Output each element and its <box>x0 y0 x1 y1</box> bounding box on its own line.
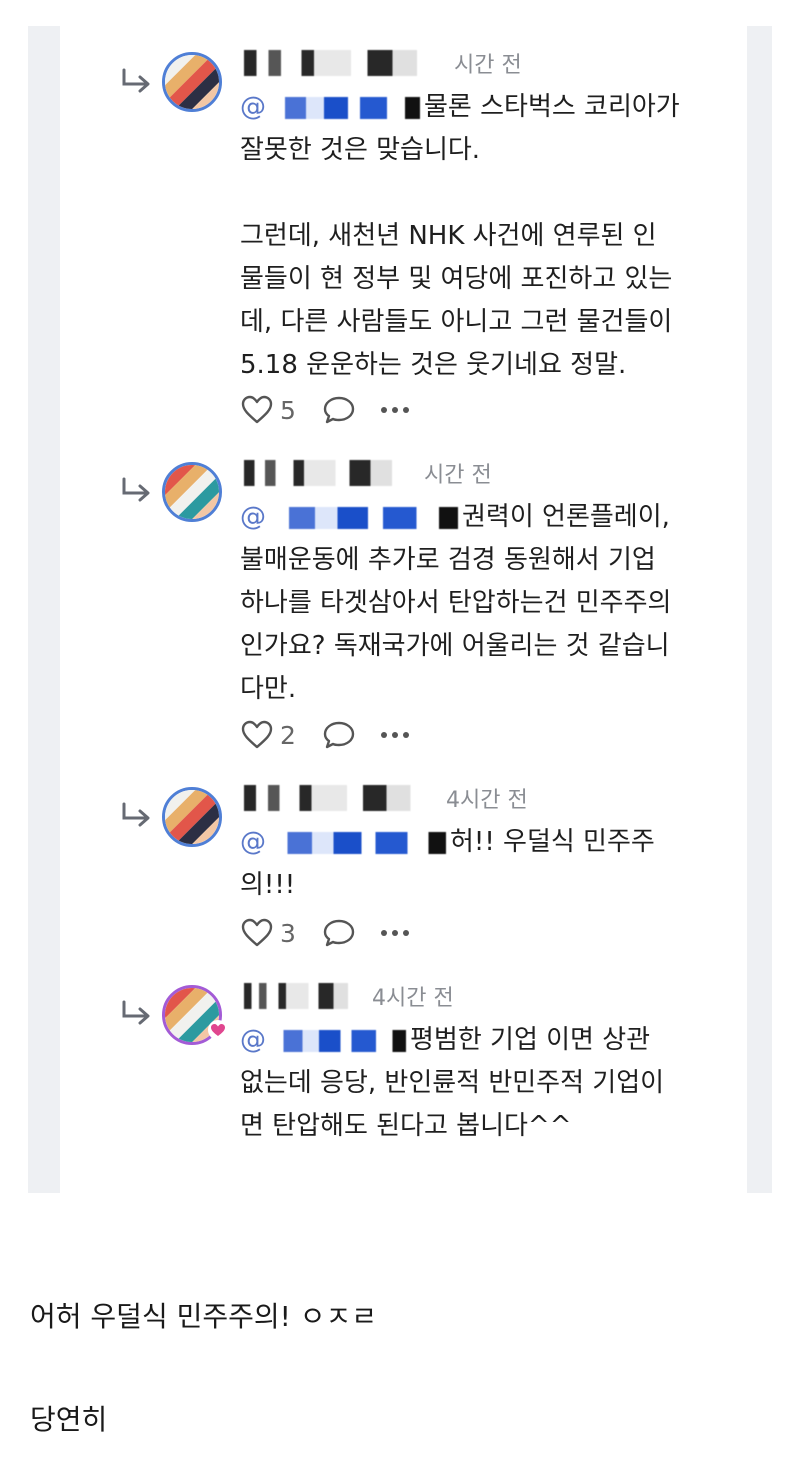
like-button[interactable]: 2 <box>240 720 296 750</box>
speech-bubble-icon <box>323 396 355 424</box>
avatar[interactable] <box>162 787 222 847</box>
speech-bubble-icon <box>323 721 355 749</box>
post-text-line-1: 어허 우덜식 민주주의! ㅇㅈㄹ <box>30 1300 378 1333</box>
blurred-username[interactable] <box>244 983 368 1009</box>
comment-button[interactable] <box>322 395 356 425</box>
blurred-mention <box>270 831 446 854</box>
comment-actions: 2 <box>240 717 410 753</box>
reply-arrow-icon <box>122 477 150 502</box>
avatar[interactable] <box>162 52 222 112</box>
comment-button[interactable] <box>322 720 356 750</box>
like-count: 5 <box>280 395 296 425</box>
mention[interactable]: @ <box>240 1025 266 1055</box>
comment-body: @ 평범한 기업 이면 상관 없는데 응당, 반인륜적 반민주적 기업이 면 탄압해도… <box>240 1025 665 1141</box>
reply-arrow-icon <box>122 1000 150 1025</box>
speech-bubble-icon <box>323 919 355 947</box>
blurred-mention <box>270 1029 406 1052</box>
avatar[interactable] <box>162 462 222 522</box>
more-button[interactable] <box>380 405 410 415</box>
reply-arrow-icon <box>122 68 150 93</box>
more-button[interactable] <box>380 928 410 938</box>
comment-button[interactable] <box>322 918 356 948</box>
comment-meta: 4시간 전 <box>244 781 528 815</box>
blurred-username[interactable] <box>244 460 420 486</box>
post-text-line-2: 당연히 <box>30 1403 108 1436</box>
mention[interactable]: @ <box>240 92 266 122</box>
comment-body: @ 권력이 언론플레이, 불매운동에 추가로 검경 동원해서 기업 하나를 타겟삼아서… <box>240 502 672 704</box>
heart-icon <box>241 918 273 947</box>
comment-time: 시간 전 <box>454 53 522 78</box>
like-count: 3 <box>280 918 296 948</box>
mention[interactable]: @ <box>240 827 266 857</box>
more-dots-icon <box>380 930 409 936</box>
heart-icon <box>241 720 273 749</box>
comment-time: 4시간 전 <box>446 788 528 813</box>
mention[interactable]: @ <box>240 502 266 532</box>
reply-arrow-icon <box>122 802 150 827</box>
comment-actions: 3 <box>240 915 410 951</box>
blurred-mention <box>270 506 458 529</box>
heart-badge-icon <box>208 1020 228 1040</box>
comment-body: @ 허!! 우덜식 민주주 의!!! <box>240 827 655 900</box>
comment-actions: 5 <box>240 392 410 428</box>
comment-meta: 4시간 전 <box>244 979 454 1013</box>
more-dots-icon <box>380 407 409 413</box>
blurred-mention <box>270 96 420 119</box>
comment-time: 시간 전 <box>424 463 492 488</box>
more-button[interactable] <box>380 730 410 740</box>
comment-meta: 시간 전 <box>244 456 492 490</box>
comment-meta: 시간 전 <box>244 46 522 80</box>
blurred-username[interactable] <box>244 785 442 811</box>
blurred-username[interactable] <box>244 50 450 76</box>
like-button[interactable]: 5 <box>240 395 296 425</box>
more-dots-icon <box>380 732 409 738</box>
like-button[interactable]: 3 <box>240 918 296 948</box>
comment-body: @ 물론 스타벅스 코리아가 잘못한 것은 맞습니다. 그런데, 새천년 NHK 사건… <box>240 92 680 380</box>
comment-time: 4시간 전 <box>372 986 454 1011</box>
like-count: 2 <box>280 720 296 750</box>
heart-icon <box>241 395 273 424</box>
